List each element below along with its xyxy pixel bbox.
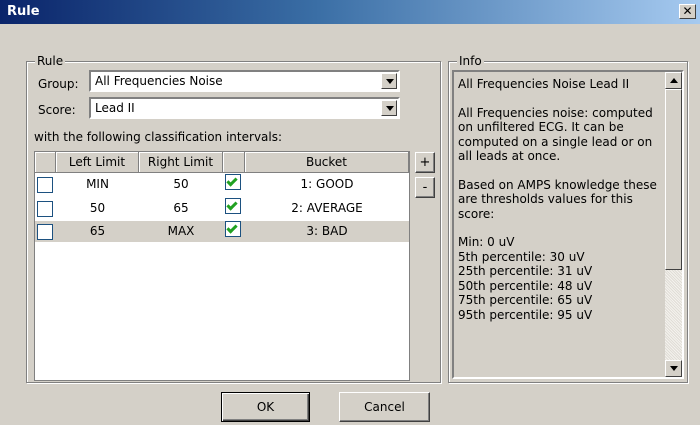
scroll-down-icon[interactable] [665,360,682,377]
bucket-cell[interactable]: 1: GOOD [245,174,409,195]
enabled-checkbox[interactable] [225,198,241,214]
column-header-enabled[interactable] [223,152,245,173]
info-text: All Frequencies Noise Lead II All Freque… [458,77,657,322]
checkmark-icon [226,222,238,234]
group-select-value: All Frequencies Noise [95,74,223,88]
ok-button[interactable]: OK [221,392,310,422]
table-header: Left Limit Right Limit Bucket [35,152,409,173]
column-header-left-limit[interactable]: Left Limit [56,152,139,173]
column-header-right-limit[interactable]: Right Limit [139,152,223,173]
bucket-cell[interactable]: 3: BAD [245,221,409,242]
intervals-table[interactable]: Left Limit Right Limit Bucket MIN 50 1: … [34,151,410,381]
close-button[interactable]: ✕ [679,4,696,19]
chevron-down-icon[interactable] [381,100,397,116]
right-limit-cell[interactable]: MAX [139,221,223,242]
group-label: Group: [38,77,79,91]
enabled-checkbox[interactable] [225,221,241,237]
remove-interval-button[interactable]: - [415,177,435,198]
table-row[interactable]: MIN 50 1: GOOD [35,174,409,195]
row-select-checkbox[interactable] [37,201,53,217]
group-select[interactable]: All Frequencies Noise [89,70,400,92]
row-select-checkbox[interactable] [37,224,53,240]
left-limit-cell[interactable]: 65 [56,221,139,242]
score-select-value: Lead II [95,101,135,115]
intervals-caption: with the following classification interv… [34,130,283,144]
checkmark-icon [226,175,238,187]
enabled-checkbox[interactable] [225,174,241,190]
score-select[interactable]: Lead II [89,97,400,119]
chevron-down-icon[interactable] [381,73,397,89]
left-limit-cell[interactable]: 50 [56,198,139,219]
left-limit-cell[interactable]: MIN [56,174,139,195]
column-header-bucket[interactable]: Bucket [245,152,409,173]
right-limit-cell[interactable]: 50 [139,174,223,195]
bucket-cell[interactable]: 2: AVERAGE [245,198,409,219]
info-textbox[interactable]: All Frequencies Noise Lead II All Freque… [452,70,684,379]
info-legend: Info [457,54,484,68]
rule-legend: Rule [35,54,66,68]
table-row[interactable]: 65 MAX 3: BAD [35,221,409,242]
row-select-checkbox[interactable] [37,177,53,193]
column-header-select[interactable] [35,152,56,173]
cancel-button[interactable]: Cancel [339,392,430,422]
info-scrollbar[interactable] [665,72,682,377]
window-title: Rule [7,4,40,19]
scroll-up-icon[interactable] [665,72,682,89]
add-interval-button[interactable]: + [415,152,435,173]
table-row[interactable]: 50 65 2: AVERAGE [35,198,409,219]
close-icon: ✕ [682,4,693,18]
checkmark-icon [226,199,238,211]
title-bar: Rule ✕ [0,0,700,24]
scroll-thumb[interactable] [665,89,682,270]
right-limit-cell[interactable]: 65 [139,198,223,219]
score-label: Score: [38,103,76,117]
